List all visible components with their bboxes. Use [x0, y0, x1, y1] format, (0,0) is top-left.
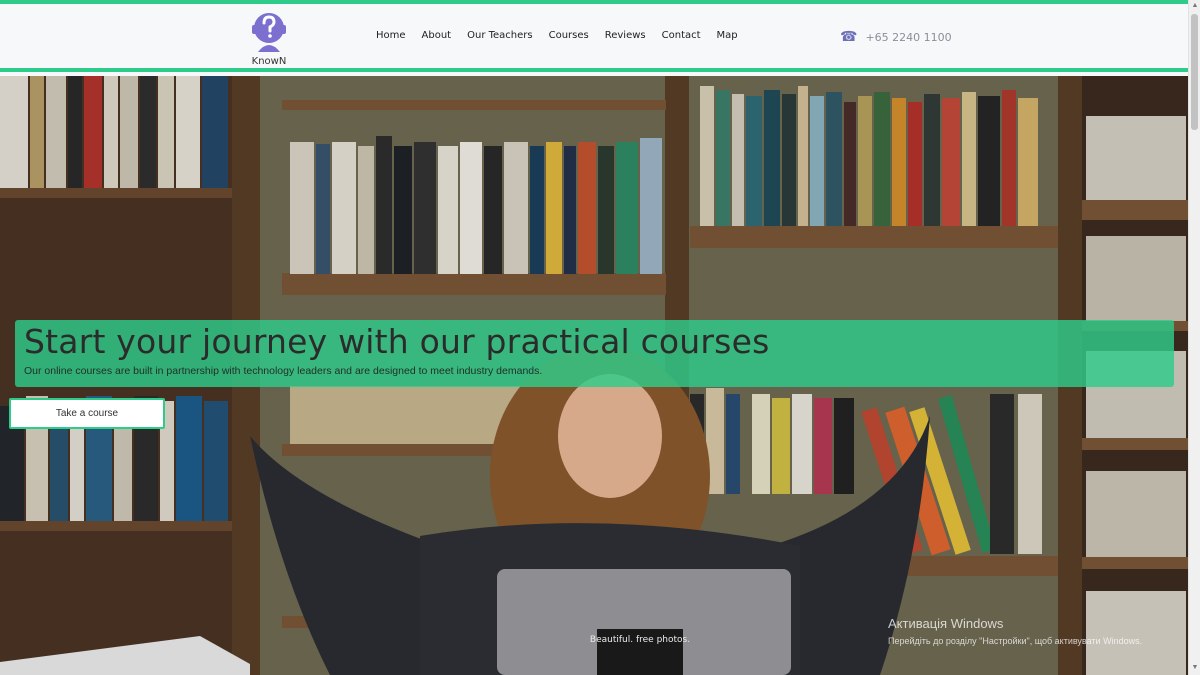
logo[interactable]: KnowN — [246, 8, 292, 72]
nav-about[interactable]: About — [414, 30, 460, 41]
nav-our-teachers[interactable]: Our Teachers — [459, 30, 541, 41]
nav-map[interactable]: Map — [709, 30, 746, 41]
nav-courses[interactable]: Courses — [541, 30, 597, 41]
main-nav: Home About Our Teachers Courses Reviews … — [368, 30, 746, 41]
question-head-icon — [252, 13, 286, 52]
scroll-up-arrow-icon[interactable]: ▲ — [1191, 2, 1199, 10]
hero-banner: Start your journey with our practical co… — [15, 320, 1174, 387]
take-a-course-button[interactable]: Take a course — [9, 398, 165, 429]
hero-section: Beautiful. free photos. Start your journ… — [0, 76, 1188, 675]
windows-activation-watermark: Активація Windows Перейдіть до розділу "… — [888, 616, 1142, 646]
brand-name: KnowN — [251, 56, 287, 67]
watermark-title: Активація Windows — [888, 616, 1004, 631]
nav-contact[interactable]: Contact — [654, 30, 709, 41]
site-header: KnowN Home About Our Teachers Courses Re… — [0, 4, 1188, 72]
phone-contact[interactable]: ☎ +65 2240 1100 — [840, 30, 952, 44]
phone-number: +65 2240 1100 — [865, 30, 952, 44]
phone-icon: ☎ — [840, 29, 858, 45]
hero-subtitle: Our online courses are built in partners… — [24, 365, 543, 377]
nav-reviews[interactable]: Reviews — [597, 30, 654, 41]
nav-home[interactable]: Home — [368, 30, 414, 41]
page-scrollbar[interactable]: ▲ ▼ — [1188, 0, 1200, 675]
hero-title: Start your journey with our practical co… — [24, 322, 770, 361]
scroll-down-arrow-icon[interactable]: ▼ — [1191, 664, 1199, 672]
watermark-subtitle: Перейдіть до розділу "Настройки", щоб ак… — [888, 636, 1143, 646]
scrollbar-thumb[interactable] — [1191, 14, 1198, 130]
